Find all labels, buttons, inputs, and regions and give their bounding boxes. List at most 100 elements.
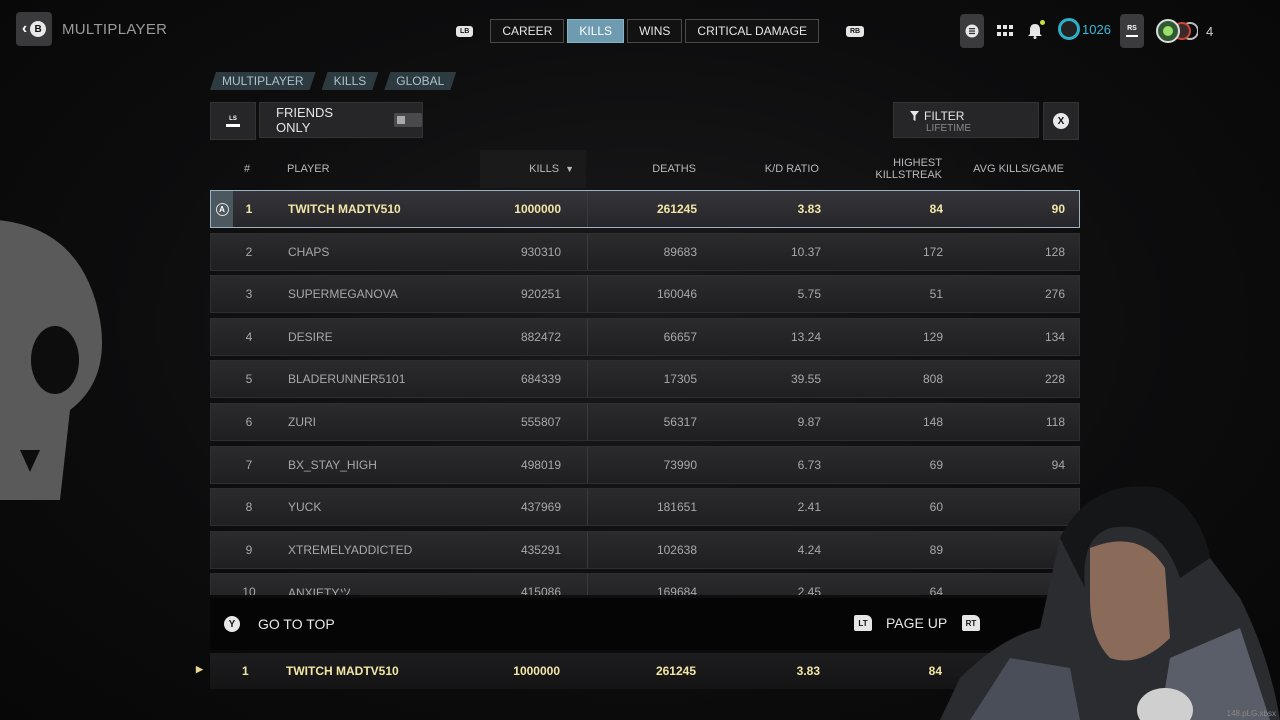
table-row[interactable]: 6 ZURI 555807 56317 9.87 148 118: [210, 402, 1080, 441]
row-kills: 1000000: [514, 202, 561, 216]
row-deaths: 169684: [656, 585, 697, 595]
rs-button[interactable]: RS: [1120, 14, 1144, 48]
row-player: YUCK: [288, 500, 322, 515]
row-avg-kills: 228: [1044, 372, 1065, 387]
row-deaths: 89683: [663, 244, 697, 259]
apps-grid-button[interactable]: [993, 14, 1017, 48]
row-player: BLADERUNNER5101: [288, 372, 406, 387]
col-kd[interactable]: K/D RATIO: [765, 150, 819, 188]
back-button[interactable]: ‹ B: [16, 12, 52, 46]
page-up-button[interactable]: LT PAGE UP: [854, 615, 947, 631]
row-deaths: 160046: [656, 287, 697, 302]
row-kills: 437969: [520, 500, 561, 515]
skull-emblem-icon: [0, 220, 102, 500]
filter-label: FILTER: [924, 109, 965, 123]
party-indicator[interactable]: 4: [1154, 18, 1213, 44]
tab-career[interactable]: CAREER: [490, 19, 565, 43]
row-kills: 435291: [520, 542, 561, 557]
my-kd: 3.83: [796, 664, 820, 678]
col-kills[interactable]: KILLS ▼: [480, 150, 586, 188]
row-kd: 2.41: [797, 500, 821, 515]
ls-button-label: LS: [229, 115, 237, 122]
tab-critical-damage[interactable]: CRITICAL DAMAGE: [685, 19, 819, 43]
notifications-button[interactable]: [1023, 14, 1047, 48]
tab-kills[interactable]: KILLS: [567, 19, 625, 43]
row-player: DESIRE: [288, 329, 333, 344]
rs-button-label: RS: [1127, 25, 1137, 32]
row-kd: 39.55: [790, 372, 821, 387]
breadcrumb-kills[interactable]: KILLS: [322, 72, 379, 90]
row-rank: 10: [242, 585, 256, 595]
y-button-icon: Y: [224, 616, 240, 632]
webcam-overlay: [940, 486, 1280, 720]
row-rank: 8: [245, 500, 253, 515]
row-avg-kills: 128: [1044, 244, 1065, 259]
col-killstreak[interactable]: HIGHEST KILLSTREAK: [875, 150, 942, 188]
lb-bumper-icon[interactable]: LB: [456, 25, 474, 37]
kills-column-divider: [587, 489, 588, 526]
clear-filter-button[interactable]: X: [1043, 102, 1079, 140]
a-button-icon: A: [215, 202, 229, 216]
row-player: XTREMELYADDICTED: [288, 542, 413, 557]
row-player: CHAPS: [288, 244, 330, 259]
table-row[interactable]: A 1 TWITCH MADTV510 1000000 261245 3.83 84 90: [210, 190, 1080, 228]
cod-points[interactable]: 1026: [1058, 18, 1111, 40]
row-rank: 9: [245, 542, 253, 557]
tab-wins[interactable]: WINS: [627, 19, 683, 43]
my-rank-arrow-icon: ▶: [196, 664, 203, 674]
grid-icon: [997, 25, 1013, 36]
table-row[interactable]: 2 CHAPS 930310 89683 10.37 172 128: [210, 232, 1080, 271]
toggle-switch[interactable]: [394, 113, 422, 127]
table-row[interactable]: 3 SUPERMEGANOVA 920251 160046 5.75 51 276: [210, 275, 1080, 314]
kills-column-divider: [587, 191, 588, 227]
kills-column-divider: [587, 446, 588, 483]
ls-toggle-button[interactable]: LS: [210, 102, 256, 140]
row-player: BX_STAY_HIGH: [288, 457, 377, 472]
kills-column-divider: [587, 531, 588, 568]
col-killstreak-line1: HIGHEST: [893, 157, 942, 169]
col-avg[interactable]: AVG KILLS/GAME: [973, 150, 1064, 188]
row-killstreak: 84: [929, 202, 943, 216]
table-row[interactable]: 5 BLADERUNNER5101 684339 17305 39.55 808 228: [210, 360, 1080, 399]
go-to-top-button[interactable]: Y GO TO TOP: [224, 616, 335, 632]
chevron-left-icon: ‹: [21, 20, 28, 37]
row-player: ZURI: [288, 414, 316, 429]
row-player: TWITCH MADTV510: [288, 202, 401, 216]
filter-button[interactable]: FILTER LIFETIME: [893, 102, 1039, 138]
row-player: SUPERMEGANOVA: [288, 287, 398, 302]
breadcrumb: MULTIPLAYER KILLS GLOBAL: [210, 72, 456, 90]
row-rank: 4: [245, 329, 253, 344]
row-kills: 498019: [520, 457, 561, 472]
kills-column-divider: [587, 318, 588, 355]
row-killstreak: 51: [929, 287, 943, 302]
watermark: 148.pLG.xbsx: [1226, 709, 1276, 718]
sort-desc-icon: ▼: [565, 164, 574, 174]
breadcrumb-multiplayer[interactable]: MULTIPLAYER: [210, 72, 316, 90]
row-kills: 415086: [520, 585, 561, 595]
friends-only-toggle[interactable]: FRIENDS ONLY: [259, 102, 423, 138]
menu-button[interactable]: [960, 14, 984, 48]
row-avg-kills: 276: [1044, 287, 1065, 302]
col-rank: #: [244, 163, 251, 175]
table-header: # PLAYER KILLS ▼ DEATHS K/D RATIO HIGHES…: [210, 150, 1078, 188]
row-avg-kills: 90: [1051, 202, 1065, 216]
breadcrumb-global[interactable]: GLOBAL: [384, 72, 456, 90]
row-rank: 5: [245, 372, 253, 387]
my-rank: 1: [242, 664, 249, 678]
row-kills: 920251: [520, 287, 561, 302]
table-row[interactable]: 4 DESIRE 882472 66657 13.24 129 134: [210, 317, 1080, 356]
filter-funnel-icon: [910, 111, 919, 121]
x-button-icon: X: [1053, 113, 1069, 129]
row-kd: 3.83: [797, 202, 821, 216]
my-deaths: 261245: [655, 664, 696, 678]
row-deaths: 66657: [663, 329, 697, 344]
leaderboard-tabs: LB CAREER KILLS WINS CRITICAL DAMAGE RB: [456, 19, 865, 43]
friends-only-label: FRIENDS ONLY: [276, 105, 334, 135]
party-count: 4: [1206, 23, 1214, 39]
col-kills-label: KILLS: [529, 163, 560, 175]
col-player[interactable]: PLAYER: [287, 150, 330, 188]
kills-column-divider: [587, 361, 588, 398]
rb-bumper-icon[interactable]: RB: [845, 25, 865, 37]
row-kd: 13.24: [790, 329, 821, 344]
col-deaths[interactable]: DEATHS: [652, 150, 696, 188]
